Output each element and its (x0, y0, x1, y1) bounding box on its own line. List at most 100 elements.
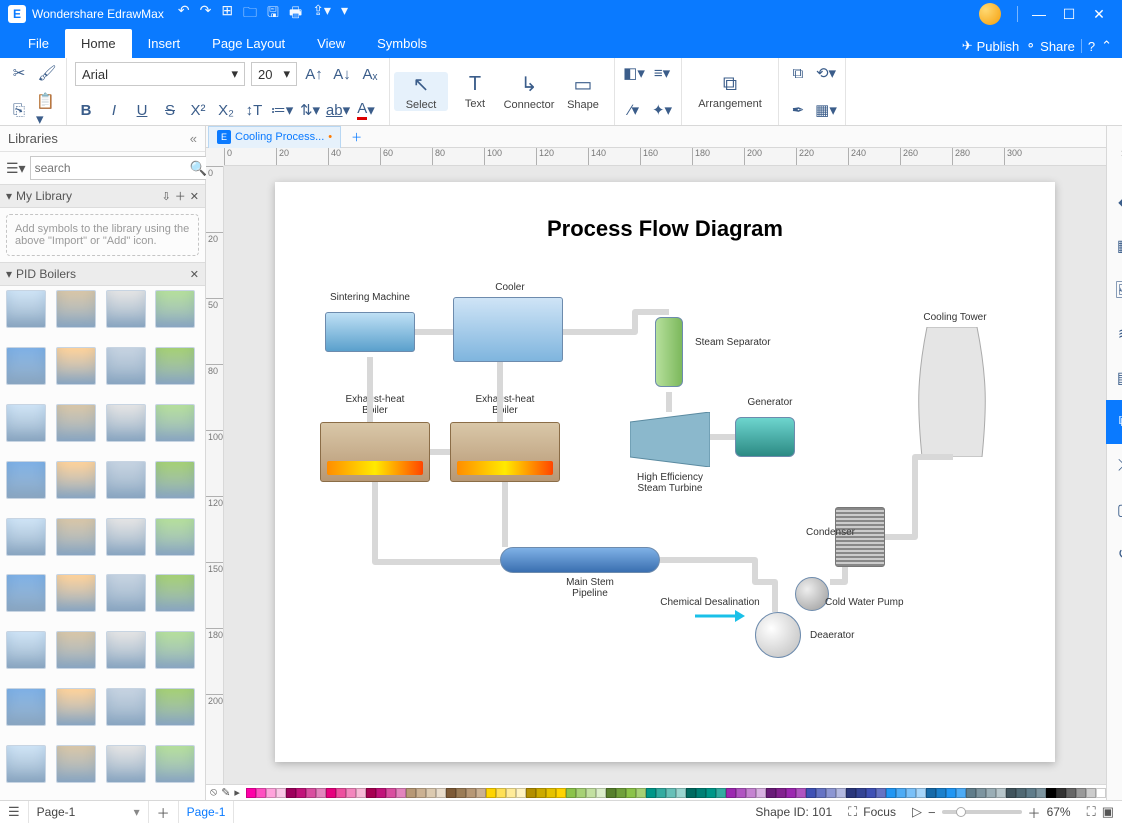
new-icon[interactable]: ⊞ (221, 2, 233, 26)
color-swatch[interactable] (956, 788, 966, 798)
color-swatch[interactable] (1036, 788, 1046, 798)
symbol-item[interactable] (6, 745, 46, 783)
shape-tool[interactable]: ▭Shape (556, 72, 610, 111)
color-swatch[interactable] (686, 788, 696, 798)
color-swatch[interactable] (346, 788, 356, 798)
add-tab-button[interactable]: ＋ (343, 126, 370, 148)
cooling-tower[interactable] (917, 327, 987, 457)
menu-file[interactable]: File (12, 29, 65, 58)
font-color-icon[interactable]: A▾ (355, 99, 377, 121)
color-swatch[interactable] (916, 788, 926, 798)
fill-panel-icon[interactable]: ◆ (1106, 180, 1122, 224)
color-swatch[interactable] (496, 788, 506, 798)
color-swatch[interactable] (896, 788, 906, 798)
color-swatch[interactable] (696, 788, 706, 798)
color-swatch[interactable] (396, 788, 406, 798)
color-swatch[interactable] (326, 788, 336, 798)
paste-icon[interactable]: 📋▾ (36, 99, 58, 121)
symbol-item[interactable] (6, 688, 46, 726)
page[interactable]: Process Flow Diagram Sintering Machine C… (275, 182, 1055, 762)
symbol-item[interactable] (106, 574, 146, 612)
color-swatch[interactable] (656, 788, 666, 798)
color-swatch[interactable] (906, 788, 916, 798)
symbol-item[interactable] (6, 404, 46, 442)
redo-icon[interactable]: ↷ (200, 2, 212, 26)
menu-insert[interactable]: Insert (132, 29, 197, 58)
steam-separator[interactable] (655, 317, 683, 387)
present-icon[interactable]: ▢ (1106, 488, 1122, 532)
color-swatch[interactable] (966, 788, 976, 798)
user-avatar[interactable] (979, 3, 1001, 25)
color-swatch[interactable] (1076, 788, 1086, 798)
color-swatch[interactable] (606, 788, 616, 798)
symbol-item[interactable] (6, 518, 46, 556)
color-swatch[interactable] (856, 788, 866, 798)
symbol-item[interactable] (6, 631, 46, 669)
color-swatch[interactable] (756, 788, 766, 798)
symbol-item[interactable] (106, 518, 146, 556)
line-spacing-icon[interactable]: ⇅▾ (299, 99, 321, 121)
symbol-item[interactable] (106, 688, 146, 726)
add-icon[interactable]: ＋ (175, 188, 186, 204)
symbol-item[interactable] (56, 290, 96, 328)
color-swatch[interactable] (626, 788, 636, 798)
color-swatch[interactable] (566, 788, 576, 798)
color-swatch[interactable] (466, 788, 476, 798)
color-swatch[interactable] (266, 788, 276, 798)
color-swatch[interactable] (876, 788, 886, 798)
color-swatch[interactable] (1086, 788, 1096, 798)
symbol-item[interactable] (155, 347, 195, 385)
cold-water-pump[interactable] (795, 577, 829, 611)
help-button[interactable]: ? (1088, 39, 1095, 54)
symbol-item[interactable] (106, 461, 146, 499)
outline-icon[interactable]: ☰ (8, 804, 20, 820)
copy-icon[interactable]: ⎘ (8, 99, 30, 121)
symbol-item[interactable] (155, 404, 195, 442)
color-swatch[interactable] (646, 788, 656, 798)
color-swatch[interactable] (426, 788, 436, 798)
color-swatch[interactable] (716, 788, 726, 798)
color-swatch[interactable] (286, 788, 296, 798)
align-icon[interactable]: ≡▾ (651, 62, 673, 84)
deaerator[interactable] (755, 612, 801, 658)
eyedropper-icon[interactable]: ✒ (787, 99, 809, 121)
zoom-in-icon[interactable]: ＋ (1028, 803, 1041, 822)
symbol-item[interactable] (106, 745, 146, 783)
highlight-icon[interactable]: ab▾ (327, 99, 349, 121)
color-swatch[interactable] (886, 788, 896, 798)
zoom-out-icon[interactable]: − (928, 805, 936, 820)
color-swatch[interactable] (676, 788, 686, 798)
color-swatch[interactable] (476, 788, 486, 798)
clear-format-icon[interactable]: Aₓ (359, 63, 381, 85)
italic-icon[interactable]: I (103, 99, 125, 121)
color-swatch[interactable] (536, 788, 546, 798)
search-box[interactable]: 🔍 (30, 156, 212, 180)
symbol-item[interactable] (6, 461, 46, 499)
color-swatch[interactable] (546, 788, 556, 798)
color-swatch[interactable] (516, 788, 526, 798)
color-swatch[interactable] (746, 788, 756, 798)
bold-icon[interactable]: B (75, 99, 97, 121)
menu-page-layout[interactable]: Page Layout (196, 29, 301, 58)
search-icon[interactable]: 🔍 (190, 160, 207, 177)
menu-view[interactable]: View (301, 29, 361, 58)
color-swatch[interactable] (986, 788, 996, 798)
print-icon[interactable]: 🖶 (289, 2, 302, 26)
symbol-item[interactable] (106, 290, 146, 328)
symbol-item[interactable] (155, 688, 195, 726)
color-swatch[interactable] (306, 788, 316, 798)
grid-panel-icon[interactable]: ▦ (1106, 224, 1122, 268)
properties-panel-icon[interactable]: ⧉ (1106, 400, 1122, 444)
exhaust-boiler-2[interactable] (450, 422, 560, 482)
color-swatch[interactable] (376, 788, 386, 798)
page-panel-icon[interactable]: ▤ (1106, 356, 1122, 400)
color-swatch[interactable] (836, 788, 846, 798)
color-swatch[interactable] (316, 788, 326, 798)
shuffle-icon[interactable]: ⤭ (1106, 444, 1122, 488)
fit-page-icon[interactable]: ⛶ (1087, 804, 1096, 820)
color-swatch[interactable] (806, 788, 816, 798)
color-swatch[interactable] (366, 788, 376, 798)
collapse-ribbon-icon[interactable]: ⌃ (1101, 38, 1112, 54)
color-swatch[interactable] (586, 788, 596, 798)
symbol-item[interactable] (155, 461, 195, 499)
